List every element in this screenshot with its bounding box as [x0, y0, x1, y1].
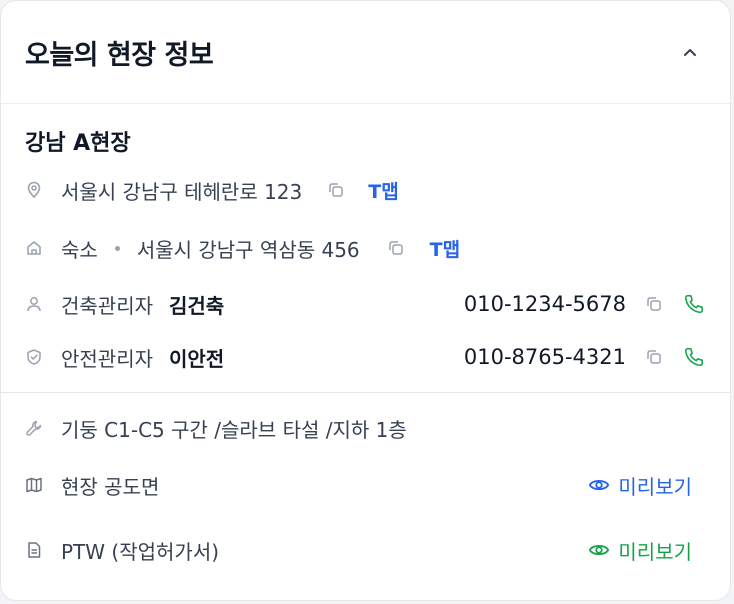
- home-icon: [25, 239, 43, 257]
- document-row: PTW (작업허가서) 미리보기: [25, 535, 706, 565]
- drawing-preview-button[interactable]: 미리보기: [588, 471, 692, 500]
- shield-check-icon: [25, 348, 43, 366]
- card-title: 오늘의 현장 정보: [25, 39, 214, 71]
- phone-call-icon[interactable]: [682, 345, 706, 369]
- address-tmap-link[interactable]: T맵: [368, 177, 398, 204]
- site-name: 강남 A현장: [25, 131, 131, 156]
- map-pin-icon: [25, 181, 43, 199]
- copy-lodging-icon[interactable]: [386, 238, 406, 258]
- contact-name: 이안전: [169, 346, 225, 371]
- work-description: 기둥 C1-C5 구간 /슬라브 타설 /지하 1층: [61, 417, 407, 442]
- file-text-icon: [25, 541, 43, 559]
- user-icon: [25, 295, 43, 313]
- preview-label: 미리보기: [618, 539, 692, 564]
- contact-row: 안전관리자 이안전 010-8765-4321: [25, 342, 706, 372]
- lodging-label: 숙소: [61, 237, 98, 262]
- wrench-icon: [25, 419, 43, 437]
- document-label: 현장 공도면: [61, 474, 160, 499]
- copy-phone-icon[interactable]: [644, 347, 664, 367]
- contact-role: 안전관리자: [61, 346, 153, 371]
- contact-name: 김건축: [169, 293, 225, 318]
- site-info-card: 오늘의 현장 정보 강남 A현장 서울시 강남구 테헤란로 123 T맵 숙소 …: [0, 0, 731, 601]
- phone-call-icon[interactable]: [682, 292, 706, 316]
- chevron-up-icon[interactable]: [676, 38, 704, 66]
- copy-phone-icon[interactable]: [644, 294, 664, 314]
- map-icon: [25, 476, 43, 494]
- document-row: 현장 공도면 미리보기: [25, 470, 706, 500]
- site-details: 강남 A현장 서울시 강남구 테헤란로 123 T맵 숙소 서울시 강남구 역삼…: [1, 104, 730, 393]
- card-header[interactable]: 오늘의 현장 정보: [1, 1, 730, 104]
- preview-label: 미리보기: [618, 474, 692, 499]
- eye-icon: [589, 544, 610, 556]
- site-address: 서울시 강남구 테헤란로 123: [61, 179, 303, 204]
- separator-dot: [114, 245, 120, 251]
- copy-address-icon[interactable]: [326, 180, 346, 200]
- work-details: 기둥 C1-C5 구간 /슬라브 타설 /지하 1층 현장 공도면 미리보기 P…: [1, 393, 730, 600]
- contact-row: 건축관리자 김건축 010-1234-5678: [25, 289, 706, 319]
- work-row: 기둥 C1-C5 구간 /슬라브 타설 /지하 1층: [25, 413, 706, 443]
- ptw-preview-button[interactable]: 미리보기: [588, 536, 692, 565]
- lodging-address: 서울시 강남구 역삼동 456: [136, 237, 360, 262]
- contact-phone: 010-1234-5678: [463, 292, 626, 316]
- lodging-tmap-link[interactable]: T맵: [430, 235, 460, 262]
- contact-role: 건축관리자: [61, 293, 153, 318]
- document-label: PTW (작업허가서): [61, 539, 220, 564]
- lodging-row: 숙소 서울시 강남구 역삼동 456 T맵: [25, 233, 706, 263]
- contact-phone: 010-8765-4321: [463, 345, 626, 369]
- address-row: 서울시 강남구 테헤란로 123 T맵: [25, 175, 706, 205]
- eye-icon: [589, 479, 610, 491]
